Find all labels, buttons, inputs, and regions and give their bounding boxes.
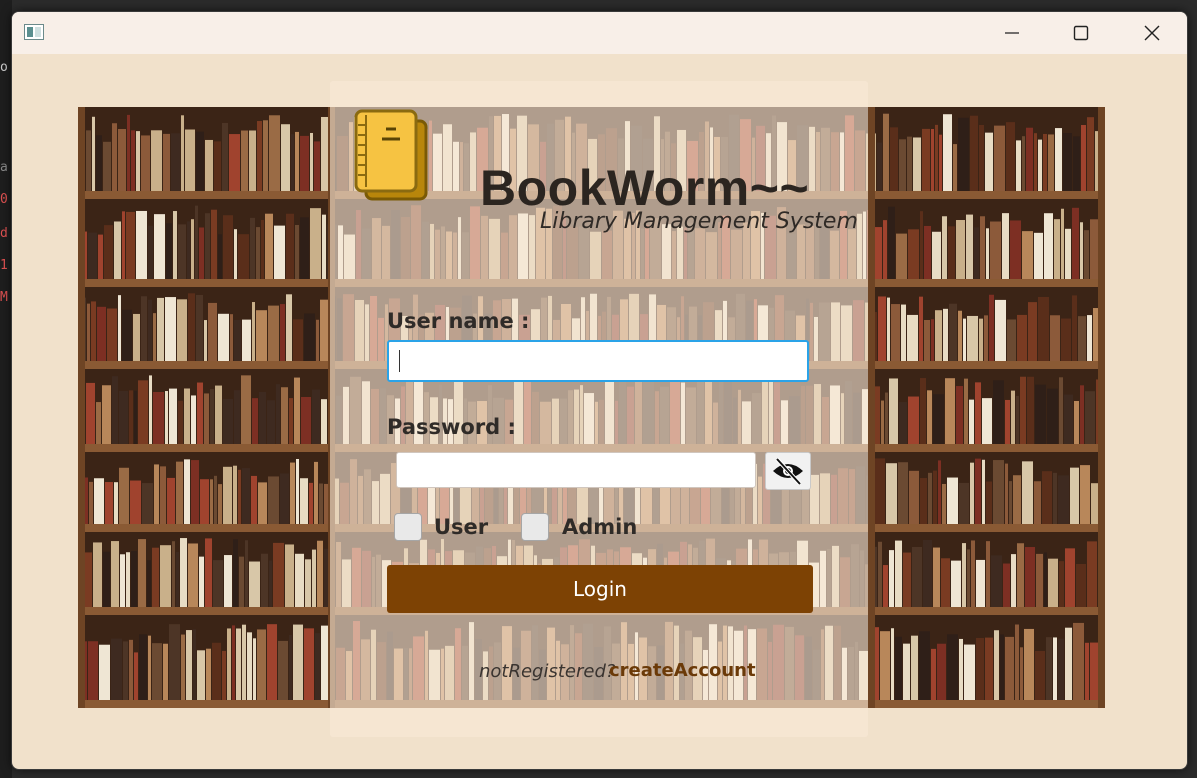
role-admin-label: Admin bbox=[562, 515, 638, 539]
editor-fragment: o bbox=[0, 60, 8, 75]
maximize-icon bbox=[1073, 25, 1089, 41]
toggle-password-visibility-button[interactable] bbox=[765, 452, 811, 490]
editor-fragment: 1 bbox=[0, 258, 8, 273]
create-account-link[interactable]: createAccount bbox=[609, 660, 756, 681]
close-button[interactable] bbox=[1117, 12, 1187, 54]
editor-fragment: a bbox=[0, 160, 8, 175]
minimize-icon bbox=[1005, 32, 1019, 34]
app-icon bbox=[24, 24, 44, 40]
username-input[interactable] bbox=[387, 340, 809, 382]
editor-fragment: M bbox=[0, 290, 8, 305]
not-registered-text: notRegistered? bbox=[479, 661, 616, 682]
editor-fragment: 0 bbox=[0, 192, 8, 207]
password-label: Password : bbox=[387, 415, 516, 439]
text-caret bbox=[399, 350, 400, 372]
eye-slash-icon bbox=[773, 457, 803, 485]
app-subtitle: Library Management System bbox=[540, 209, 858, 234]
username-label: User name : bbox=[387, 309, 530, 333]
role-admin-checkbox[interactable] bbox=[521, 513, 549, 541]
book-icon bbox=[354, 109, 428, 201]
role-user-checkbox[interactable] bbox=[394, 513, 422, 541]
title-bar[interactable] bbox=[12, 12, 1187, 54]
login-window: BookWorm~~ Library Management System Use… bbox=[11, 11, 1188, 770]
login-panel: BookWorm~~ Library Management System Use… bbox=[330, 81, 868, 737]
minimize-button[interactable] bbox=[977, 12, 1047, 54]
login-button[interactable]: Login bbox=[387, 565, 813, 613]
role-user-label: User bbox=[434, 515, 489, 539]
editor-fragment: d bbox=[0, 226, 8, 241]
password-input[interactable] bbox=[396, 452, 756, 488]
maximize-button[interactable] bbox=[1046, 12, 1116, 54]
close-icon bbox=[1144, 25, 1160, 41]
